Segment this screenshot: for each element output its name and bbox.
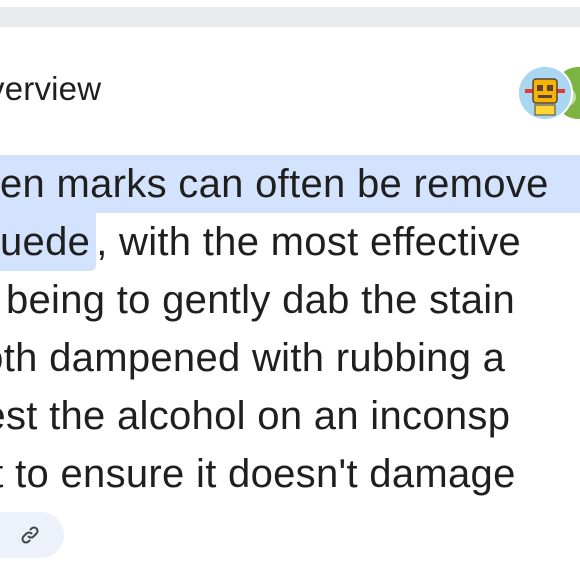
highlighted-text: en marks can often be remove — [0, 155, 580, 213]
link-icon — [21, 526, 39, 544]
summary-line: loth dampened with rubbing a — [0, 336, 506, 380]
top-strip — [0, 0, 580, 7]
overview-summary-text: en marks can often be remove uede, with … — [0, 155, 580, 503]
copy-link-button[interactable] — [0, 512, 64, 558]
highlighted-text: uede — [0, 213, 97, 271]
source-avatars[interactable] — [517, 65, 580, 121]
summary-line: st to ensure it doesn't damage — [0, 452, 516, 496]
summary-line: uede, with the most effective — [0, 213, 580, 271]
summary-line: test the alcohol on an inconsp — [0, 394, 511, 438]
top-scrollbar — [0, 7, 580, 27]
overview-title: verview — [0, 70, 102, 107]
summary-text: , with the most effective — [96, 220, 521, 264]
robot-icon — [519, 67, 571, 119]
summary-line: d being to gently dab the stain — [0, 278, 516, 322]
summary-line: en marks can often be remove — [0, 155, 580, 213]
source-avatar-primary[interactable] — [517, 65, 573, 121]
ai-overview-panel: verview en marks can often be remove — [0, 0, 580, 580]
